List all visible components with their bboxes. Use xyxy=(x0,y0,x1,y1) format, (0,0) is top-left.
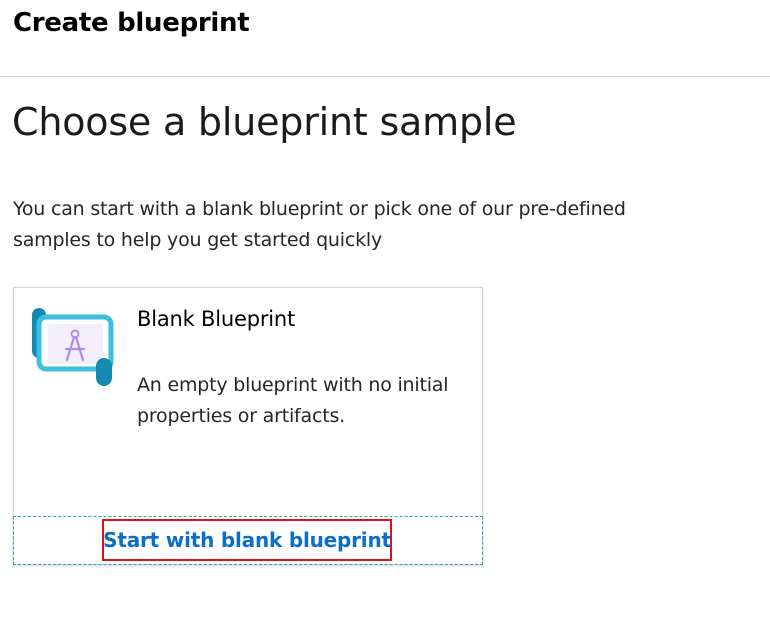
header-divider xyxy=(0,76,770,77)
page-heading: Choose a blueprint sample xyxy=(12,100,517,144)
card-footer: Start with blank blueprint xyxy=(13,516,483,565)
blade-title: Create blueprint xyxy=(13,8,250,38)
start-with-blank-blueprint-link[interactable]: Start with blank blueprint xyxy=(103,521,391,559)
highlight-box: Start with blank blueprint xyxy=(102,519,392,561)
sample-title: Blank Blueprint xyxy=(137,307,296,331)
page-description: You can start with a blank blueprint or … xyxy=(13,198,626,251)
sample-description: An empty blueprint with no initial prope… xyxy=(137,374,449,427)
blueprint-scroll-icon xyxy=(30,306,116,388)
sample-card-blank-blueprint[interactable]: Blank Blueprint An empty blueprint with … xyxy=(13,287,483,565)
create-blueprint-blade: Create blueprint Choose a blueprint samp… xyxy=(0,0,770,621)
